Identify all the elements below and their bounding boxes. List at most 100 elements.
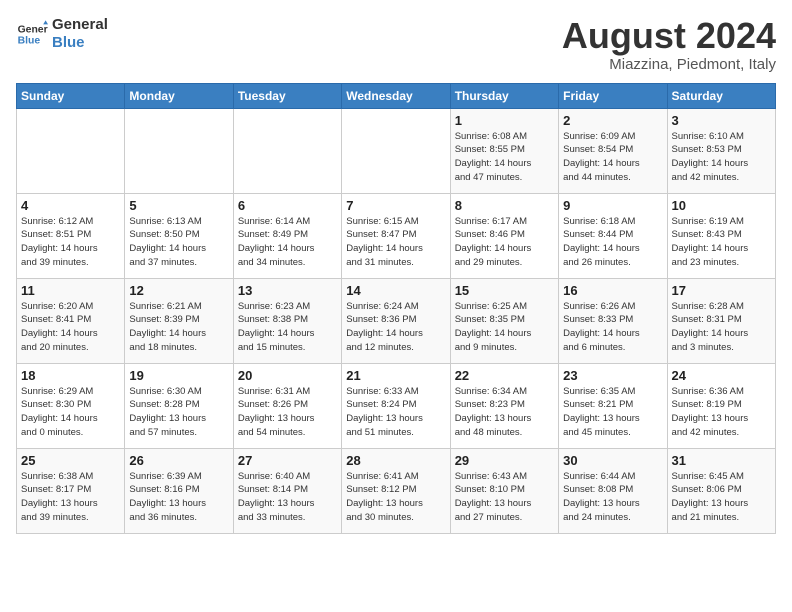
day-number: 6 <box>238 198 337 213</box>
calendar-cell: 2 Sunrise: 6:09 AM Sunset: 8:54 PM Daylig… <box>559 108 667 193</box>
location: Miazzina, Piedmont, Italy <box>562 56 776 73</box>
month-title: August 2024 <box>562 16 776 56</box>
day-number: 9 <box>563 198 662 213</box>
header-cell-saturday: Saturday <box>667 83 775 108</box>
calendar-cell: 28 Sunrise: 6:41 AM Sunset: 8:12 PM Dayli… <box>342 448 450 533</box>
calendar-cell: 26Sunrise: 6:39 AM Sunset: 8:16 PM Dayli… <box>125 448 233 533</box>
day-info: Sunrise: 6:28 AM Sunset: 8:31 PM Dayligh… <box>672 300 771 355</box>
title-block: August 2024 Miazzina, Piedmont, Italy <box>562 16 776 73</box>
day-number: 14 <box>346 283 445 298</box>
day-info: Sunrise: 6:40 AM Sunset: 8:14 PM Dayligh… <box>238 470 337 525</box>
day-info: Sunrise: 6:38 AM Sunset: 8:17 PM Dayligh… <box>21 470 120 525</box>
calendar-cell: 12Sunrise: 6:21 AM Sunset: 8:39 PM Dayli… <box>125 278 233 363</box>
calendar-cell: 3Sunrise: 6:10 AM Sunset: 8:53 PM Daylig… <box>667 108 775 193</box>
day-info: Sunrise: 6:17 AM Sunset: 8:46 PM Dayligh… <box>455 215 554 270</box>
day-number: 3 <box>672 113 771 128</box>
calendar-cell: 7 Sunrise: 6:15 AM Sunset: 8:47 PM Daylig… <box>342 193 450 278</box>
calendar-cell: 25 Sunrise: 6:38 AM Sunset: 8:17 PM Dayli… <box>17 448 125 533</box>
calendar-cell: 23Sunrise: 6:35 AM Sunset: 8:21 PM Dayli… <box>559 363 667 448</box>
day-number: 11 <box>21 283 120 298</box>
day-info: Sunrise: 6:12 AM Sunset: 8:51 PM Dayligh… <box>21 215 120 270</box>
day-info: Sunrise: 6:41 AM Sunset: 8:12 PM Dayligh… <box>346 470 445 525</box>
calendar-cell <box>17 108 125 193</box>
header-cell-wednesday: Wednesday <box>342 83 450 108</box>
calendar-cell: 16 Sunrise: 6:26 AM Sunset: 8:33 PM Dayli… <box>559 278 667 363</box>
day-number: 28 <box>346 453 445 468</box>
day-info: Sunrise: 6:09 AM Sunset: 8:54 PM Dayligh… <box>563 130 662 185</box>
week-row-1: 1Sunrise: 6:08 AM Sunset: 8:55 PM Daylig… <box>17 108 776 193</box>
calendar-cell: 21Sunrise: 6:33 AM Sunset: 8:24 PM Dayli… <box>342 363 450 448</box>
calendar-cell: 31 Sunrise: 6:45 AM Sunset: 8:06 PM Dayli… <box>667 448 775 533</box>
calendar-cell: 18Sunrise: 6:29 AM Sunset: 8:30 PM Dayli… <box>17 363 125 448</box>
day-number: 30 <box>563 453 662 468</box>
calendar-cell: 29 Sunrise: 6:43 AM Sunset: 8:10 PM Dayli… <box>450 448 558 533</box>
day-number: 16 <box>563 283 662 298</box>
header-cell-thursday: Thursday <box>450 83 558 108</box>
day-number: 5 <box>129 198 228 213</box>
logo-line2: Blue <box>52 34 108 52</box>
day-number: 7 <box>346 198 445 213</box>
day-number: 8 <box>455 198 554 213</box>
calendar-cell <box>342 108 450 193</box>
calendar-cell <box>125 108 233 193</box>
calendar-cell: 10Sunrise: 6:19 AM Sunset: 8:43 PM Dayli… <box>667 193 775 278</box>
day-number: 2 <box>563 113 662 128</box>
logo-line1: General <box>52 16 108 34</box>
week-row-5: 25 Sunrise: 6:38 AM Sunset: 8:17 PM Dayli… <box>17 448 776 533</box>
day-number: 31 <box>672 453 771 468</box>
day-info: Sunrise: 6:15 AM Sunset: 8:47 PM Dayligh… <box>346 215 445 270</box>
calendar-cell: 30 Sunrise: 6:44 AM Sunset: 8:08 PM Dayli… <box>559 448 667 533</box>
day-info: Sunrise: 6:29 AM Sunset: 8:30 PM Dayligh… <box>21 385 120 440</box>
calendar-cell <box>233 108 341 193</box>
day-number: 27 <box>238 453 337 468</box>
day-info: Sunrise: 6:36 AM Sunset: 8:19 PM Dayligh… <box>672 385 771 440</box>
day-number: 4 <box>21 198 120 213</box>
week-row-2: 4 Sunrise: 6:12 AM Sunset: 8:51 PM Daylig… <box>17 193 776 278</box>
svg-text:General: General <box>18 24 48 35</box>
calendar-cell: 8 Sunrise: 6:17 AM Sunset: 8:46 PM Daylig… <box>450 193 558 278</box>
header-cell-tuesday: Tuesday <box>233 83 341 108</box>
day-info: Sunrise: 6:30 AM Sunset: 8:28 PM Dayligh… <box>129 385 228 440</box>
day-info: Sunrise: 6:31 AM Sunset: 8:26 PM Dayligh… <box>238 385 337 440</box>
day-info: Sunrise: 6:43 AM Sunset: 8:10 PM Dayligh… <box>455 470 554 525</box>
week-row-3: 11 Sunrise: 6:20 AM Sunset: 8:41 PM Dayli… <box>17 278 776 363</box>
day-info: Sunrise: 6:34 AM Sunset: 8:23 PM Dayligh… <box>455 385 554 440</box>
calendar-cell: 15 Sunrise: 6:25 AM Sunset: 8:35 PM Dayli… <box>450 278 558 363</box>
day-number: 25 <box>21 453 120 468</box>
day-number: 26 <box>129 453 228 468</box>
day-number: 23 <box>563 368 662 383</box>
day-info: Sunrise: 6:19 AM Sunset: 8:43 PM Dayligh… <box>672 215 771 270</box>
logo-icon: General Blue <box>16 18 48 50</box>
day-info: Sunrise: 6:26 AM Sunset: 8:33 PM Dayligh… <box>563 300 662 355</box>
calendar-cell: 24Sunrise: 6:36 AM Sunset: 8:19 PM Dayli… <box>667 363 775 448</box>
calendar-cell: 4 Sunrise: 6:12 AM Sunset: 8:51 PM Daylig… <box>17 193 125 278</box>
calendar-cell: 19Sunrise: 6:30 AM Sunset: 8:28 PM Dayli… <box>125 363 233 448</box>
day-info: Sunrise: 6:44 AM Sunset: 8:08 PM Dayligh… <box>563 470 662 525</box>
header-row: SundayMondayTuesdayWednesdayThursdayFrid… <box>17 83 776 108</box>
day-info: Sunrise: 6:45 AM Sunset: 8:06 PM Dayligh… <box>672 470 771 525</box>
page-header: General Blue General Blue August 2024 Mi… <box>16 16 776 73</box>
calendar-cell: 9 Sunrise: 6:18 AM Sunset: 8:44 PM Daylig… <box>559 193 667 278</box>
day-number: 15 <box>455 283 554 298</box>
header-cell-sunday: Sunday <box>17 83 125 108</box>
day-info: Sunrise: 6:24 AM Sunset: 8:36 PM Dayligh… <box>346 300 445 355</box>
day-number: 29 <box>455 453 554 468</box>
day-number: 22 <box>455 368 554 383</box>
week-row-4: 18Sunrise: 6:29 AM Sunset: 8:30 PM Dayli… <box>17 363 776 448</box>
calendar-cell: 27 Sunrise: 6:40 AM Sunset: 8:14 PM Dayli… <box>233 448 341 533</box>
calendar-cell: 1Sunrise: 6:08 AM Sunset: 8:55 PM Daylig… <box>450 108 558 193</box>
day-info: Sunrise: 6:20 AM Sunset: 8:41 PM Dayligh… <box>21 300 120 355</box>
day-number: 1 <box>455 113 554 128</box>
calendar-cell: 22 Sunrise: 6:34 AM Sunset: 8:23 PM Dayli… <box>450 363 558 448</box>
svg-text:Blue: Blue <box>18 36 41 47</box>
day-info: Sunrise: 6:33 AM Sunset: 8:24 PM Dayligh… <box>346 385 445 440</box>
calendar-cell: 5 Sunrise: 6:13 AM Sunset: 8:50 PM Daylig… <box>125 193 233 278</box>
day-info: Sunrise: 6:18 AM Sunset: 8:44 PM Dayligh… <box>563 215 662 270</box>
day-number: 13 <box>238 283 337 298</box>
header-cell-monday: Monday <box>125 83 233 108</box>
day-info: Sunrise: 6:25 AM Sunset: 8:35 PM Dayligh… <box>455 300 554 355</box>
day-number: 17 <box>672 283 771 298</box>
day-info: Sunrise: 6:14 AM Sunset: 8:49 PM Dayligh… <box>238 215 337 270</box>
calendar-cell: 17 Sunrise: 6:28 AM Sunset: 8:31 PM Dayli… <box>667 278 775 363</box>
day-info: Sunrise: 6:13 AM Sunset: 8:50 PM Dayligh… <box>129 215 228 270</box>
